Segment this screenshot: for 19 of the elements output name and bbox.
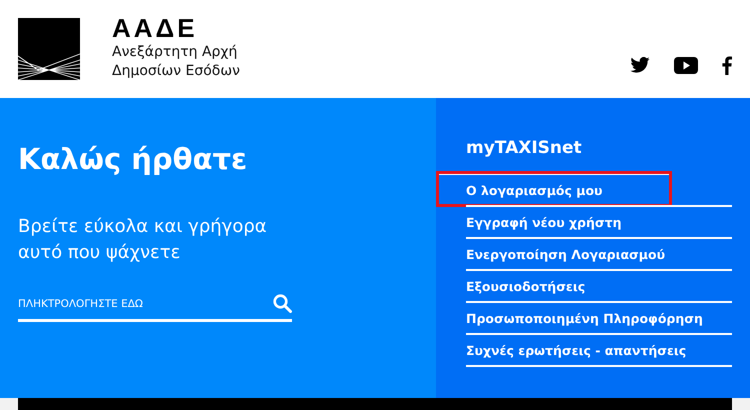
logo-subtitle: Δημοσίων Εσόδων <box>112 62 240 81</box>
logo-title: ΑΑΔΕ <box>112 13 199 43</box>
search-icon[interactable] <box>273 294 292 313</box>
menu-link[interactable]: Ο λογαριασμός μου <box>438 173 670 205</box>
menu-link[interactable]: Εξουσιοδοτήσεις <box>466 269 732 301</box>
search-field[interactable]: ΠΛΗΚΤΡΟΛΟΓΗΣΤΕ ΕΔΩ <box>18 298 238 310</box>
facebook-icon[interactable] <box>722 56 732 74</box>
logo-icon <box>18 18 80 80</box>
play-icon[interactable] <box>674 56 698 74</box>
search-prompt: αυτό που ψάχνετε <box>18 241 180 265</box>
search-prompt: Βρείτε εύκολα και γρήγορα <box>18 215 267 239</box>
menu-link[interactable]: Ενεργοποίηση Λογαριασμού <box>466 237 732 269</box>
twitter-icon[interactable] <box>630 57 650 73</box>
menu-link[interactable]: Προσωποποιημένη Πληροφόρηση <box>466 301 732 333</box>
menu-link[interactable]: Συχνές ερωτήσεις - απαντήσεις <box>466 333 732 365</box>
panel-title: myTAXISnet <box>466 138 582 158</box>
menu-link[interactable]: Εγγραφή νέου χρήστη <box>466 205 732 237</box>
welcome-title: Καλώς ήρθατε <box>18 142 248 176</box>
logo-subtitle: Ανεξάρτητη Αρχή <box>112 43 238 62</box>
